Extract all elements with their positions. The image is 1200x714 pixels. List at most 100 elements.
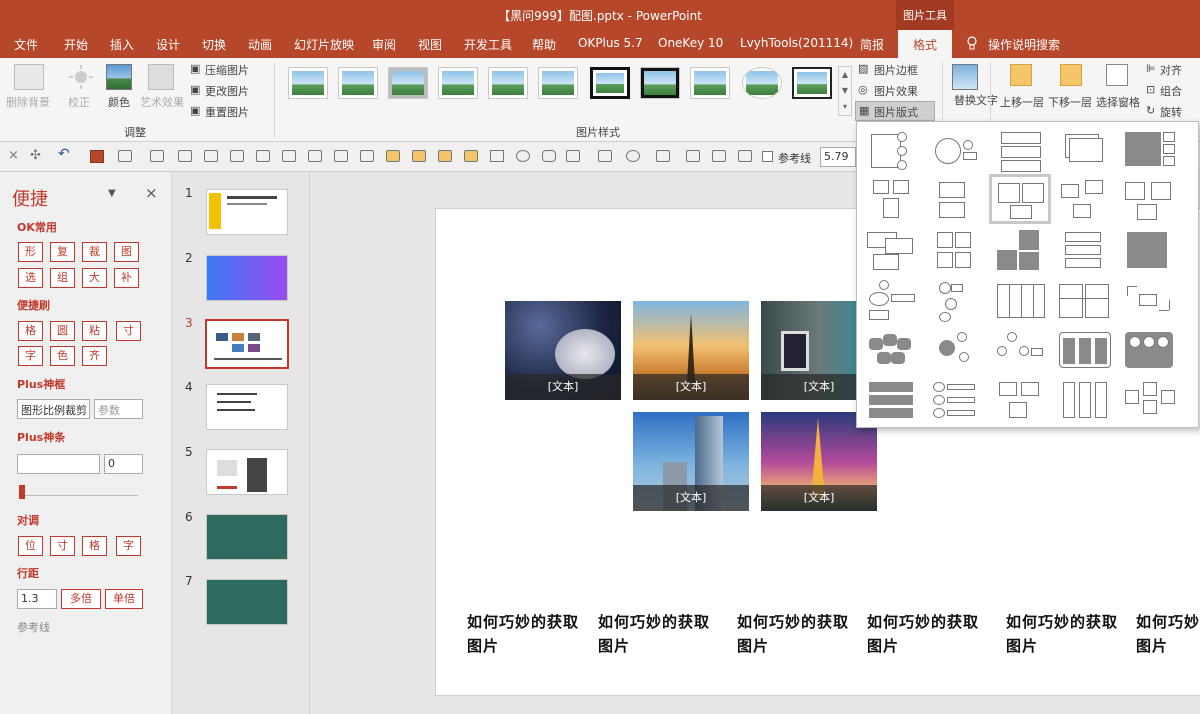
- layout-option[interactable]: [1121, 378, 1177, 424]
- photo-observatory[interactable]: [文本]: [505, 301, 621, 400]
- quick-button[interactable]: 大: [82, 268, 107, 288]
- corrections-icon[interactable]: [68, 64, 94, 90]
- quick-button[interactable]: 复: [50, 242, 75, 262]
- brush-button[interactable]: 粘: [82, 321, 107, 341]
- quick-button[interactable]: 组: [50, 268, 75, 288]
- align-button[interactable]: 对齐: [1160, 62, 1182, 78]
- toolbar-icon[interactable]: [308, 150, 322, 162]
- tab-design[interactable]: 设计: [156, 36, 180, 53]
- toolbar-icon[interactable]: [598, 150, 612, 162]
- layout-option[interactable]: [1121, 178, 1177, 224]
- picture-style-3[interactable]: [388, 67, 428, 99]
- toolbar-icon[interactable]: [464, 150, 478, 162]
- layout-option[interactable]: [929, 228, 985, 274]
- quick-button[interactable]: 图: [114, 242, 139, 262]
- slider-handle[interactable]: [19, 485, 25, 499]
- tab-developer[interactable]: 开发工具: [464, 36, 512, 53]
- slide-text[interactable]: 如何巧妙的获取图片: [1006, 610, 1118, 658]
- guide-checkbox[interactable]: [762, 151, 773, 162]
- picture-style-1[interactable]: [288, 67, 328, 99]
- layout-option[interactable]: [865, 228, 921, 274]
- layout-option[interactable]: [1057, 378, 1113, 424]
- picture-style-9[interactable]: [690, 67, 730, 99]
- selection-pane-icon[interactable]: [1106, 64, 1128, 86]
- layout-option[interactable]: [1057, 278, 1113, 324]
- toolbar-icon[interactable]: [438, 150, 452, 162]
- bring-forward-icon[interactable]: [1010, 64, 1032, 86]
- layout-option[interactable]: [1121, 328, 1177, 374]
- color-button[interactable]: 颜色: [108, 94, 130, 110]
- reset-picture-button[interactable]: 重置图片: [205, 104, 249, 120]
- change-picture-button[interactable]: 更改图片: [205, 83, 249, 99]
- bar-value-input[interactable]: 0: [104, 454, 143, 474]
- layout-option[interactable]: [1057, 128, 1113, 174]
- corrections-button[interactable]: 校正: [68, 94, 90, 110]
- slider-track[interactable]: [18, 495, 138, 496]
- single-spacing-button[interactable]: 单倍: [105, 589, 143, 609]
- layout-option[interactable]: [1121, 228, 1177, 274]
- slide-thumbnail-5[interactable]: [206, 449, 288, 495]
- slide-thumbnail-1[interactable]: [206, 189, 288, 235]
- quick-button[interactable]: 选: [18, 268, 43, 288]
- toolbar-icon[interactable]: [360, 150, 374, 162]
- layout-option[interactable]: [929, 328, 985, 374]
- toolbar-icon[interactable]: [656, 150, 670, 162]
- layout-option[interactable]: [865, 278, 921, 324]
- photo-paris-sunset[interactable]: [文本]: [633, 301, 749, 400]
- tell-me-search[interactable]: 操作说明搜索: [988, 36, 1060, 53]
- toolbar-icon[interactable]: [282, 150, 296, 162]
- toolbar-icon[interactable]: [738, 150, 752, 162]
- tab-animations[interactable]: 动画: [248, 36, 272, 53]
- cross-icon[interactable]: ✣: [30, 148, 41, 163]
- tab-help[interactable]: 帮助: [532, 36, 556, 53]
- photo-skyscraper[interactable]: [文本]: [633, 412, 749, 511]
- selection-pane-button[interactable]: 选择窗格: [1096, 94, 1140, 110]
- brush-button[interactable]: 色: [50, 346, 75, 366]
- toolbar-icon[interactable]: [230, 150, 244, 162]
- tab-review[interactable]: 审阅: [372, 36, 396, 53]
- align-button[interactable]: 格: [82, 536, 107, 556]
- layout-option[interactable]: [929, 178, 985, 224]
- toolbar-icon[interactable]: [150, 150, 164, 162]
- picture-style-8[interactable]: [640, 67, 680, 99]
- picture-style-10[interactable]: [742, 67, 782, 99]
- undo-icon[interactable]: ↶: [58, 146, 70, 162]
- layout-option[interactable]: [865, 328, 921, 374]
- remove-background-icon[interactable]: [14, 64, 44, 90]
- toolbar-icon[interactable]: [204, 150, 218, 162]
- toolbar-icon[interactable]: [412, 150, 426, 162]
- artistic-effects-icon[interactable]: [148, 64, 174, 90]
- guide-link[interactable]: 参考线: [17, 619, 50, 635]
- group-button[interactable]: 组合: [1160, 83, 1182, 99]
- layout-option[interactable]: [1057, 328, 1113, 374]
- rectangle-icon[interactable]: [490, 150, 504, 162]
- brush-button[interactable]: 字: [18, 346, 43, 366]
- align-button[interactable]: 寸: [50, 536, 75, 556]
- layout-option[interactable]: [865, 178, 921, 224]
- toolbar-icon[interactable]: [712, 150, 726, 162]
- toolbar-icon[interactable]: [334, 150, 348, 162]
- rotate-button[interactable]: 旋转: [1160, 104, 1182, 120]
- slide-text[interactable]: 如何巧妙的获取图片: [598, 610, 710, 658]
- alt-text-button[interactable]: 替换文字: [954, 94, 998, 108]
- toolbar-icon[interactable]: [566, 150, 580, 162]
- size-input[interactable]: 5.79: [820, 147, 856, 167]
- layout-option[interactable]: [1121, 128, 1177, 174]
- brush-button[interactable]: 圆: [50, 321, 75, 341]
- compress-pictures-button[interactable]: 压缩图片: [205, 62, 249, 78]
- align-button[interactable]: 字: [116, 536, 141, 556]
- layout-option[interactable]: [993, 128, 1049, 174]
- layout-option[interactable]: [993, 278, 1049, 324]
- toolbar-icon[interactable]: [686, 150, 700, 162]
- layout-option[interactable]: [1057, 178, 1113, 224]
- slide-thumbnail-7[interactable]: [206, 579, 288, 625]
- layout-option[interactable]: [865, 128, 921, 174]
- spacing-input[interactable]: 1.3: [17, 589, 57, 609]
- tab-okplus[interactable]: OKPlus 5.7: [578, 36, 643, 50]
- quick-button[interactable]: 形: [18, 242, 43, 262]
- remove-background-button[interactable]: 删除背景: [6, 94, 50, 110]
- tab-insert[interactable]: 插入: [110, 36, 134, 53]
- crop-ratio-input[interactable]: 图形比例裁剪: [17, 399, 90, 419]
- slide-text[interactable]: 如何巧妙的获取图片: [867, 610, 979, 658]
- tab-slideshow[interactable]: 幻灯片放映: [294, 36, 354, 53]
